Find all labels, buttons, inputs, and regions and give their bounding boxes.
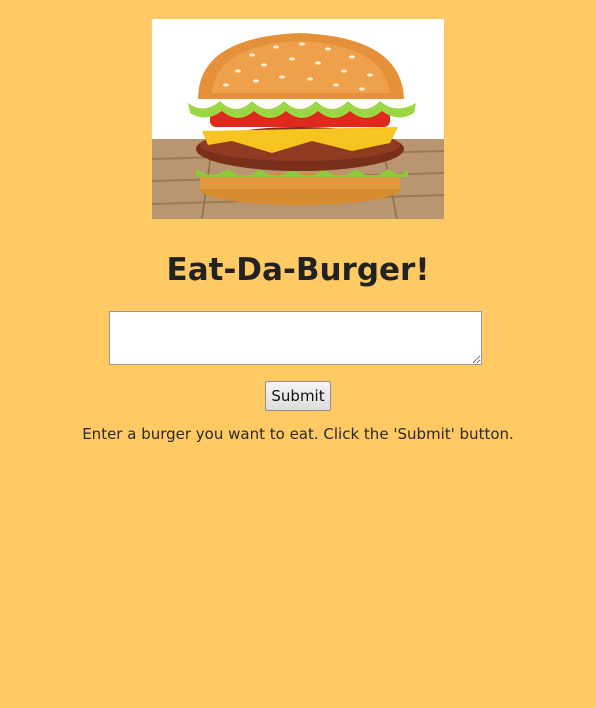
page-title: Eat-Da-Burger! [166, 252, 430, 288]
instructions-text: Enter a burger you want to eat. Click th… [82, 425, 514, 443]
page: Eat-Da-Burger! Submit Enter a burger you… [0, 0, 596, 708]
burger-name-input[interactable] [109, 311, 482, 365]
burger-photo [152, 19, 444, 219]
submit-button[interactable]: Submit [265, 381, 331, 411]
